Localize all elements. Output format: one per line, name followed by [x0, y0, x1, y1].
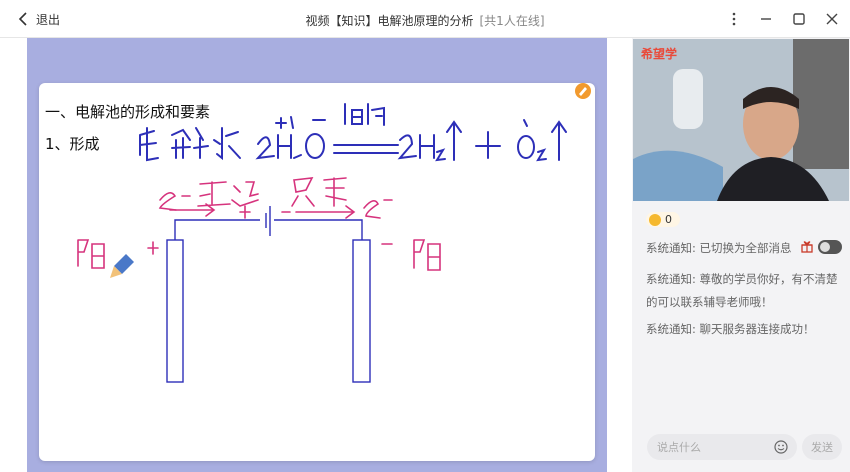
system-message: 系统通知: 已切换为全部消息 [646, 237, 842, 260]
whiteboard[interactable] [39, 83, 595, 461]
close-icon [826, 13, 838, 25]
course-title: 视频【知识】电解池原理的分析 [305, 14, 474, 28]
pen-tool-icon[interactable] [574, 82, 592, 100]
slide-heading: 一、电解池的形成和要素 [45, 103, 211, 121]
slide-subheading: 1、形成 [45, 135, 100, 153]
emoji-icon[interactable] [774, 440, 788, 454]
minimize-icon [761, 18, 771, 20]
gift-icon[interactable] [801, 241, 813, 253]
coin-icon [649, 213, 661, 226]
system-message: 系统通知: 尊敬的学员你好，有不清楚的可以联系辅导老师哦！ [646, 272, 838, 309]
window-title: 视频【知识】电解池原理的分析 [共1人在线] [0, 12, 850, 29]
close-button[interactable] [824, 11, 840, 27]
online-count: [共1人在线] [479, 14, 545, 28]
title-bar: 退出 视频【知识】电解池原理的分析 [共1人在线] [0, 0, 850, 38]
brand-logo: 希望学 [641, 47, 678, 61]
teacher-video: 希望学 [633, 39, 849, 201]
system-message: 系统通知: 聊天服务器连接成功！ [646, 322, 815, 336]
teacher-video-frame [633, 39, 849, 201]
maximize-button[interactable] [791, 11, 807, 27]
more-menu-button[interactable] [726, 11, 742, 27]
maximize-icon [793, 13, 805, 25]
minimize-button[interactable] [758, 11, 774, 27]
send-button[interactable]: 发送 [802, 434, 842, 460]
more-vertical-icon [732, 12, 736, 26]
system-message-text: 系统通知: 已切换为全部消息 [646, 241, 792, 255]
coin-counter: 0 [646, 212, 680, 227]
coin-count: 0 [665, 213, 672, 226]
teacher-only-toggle[interactable] [818, 240, 842, 254]
